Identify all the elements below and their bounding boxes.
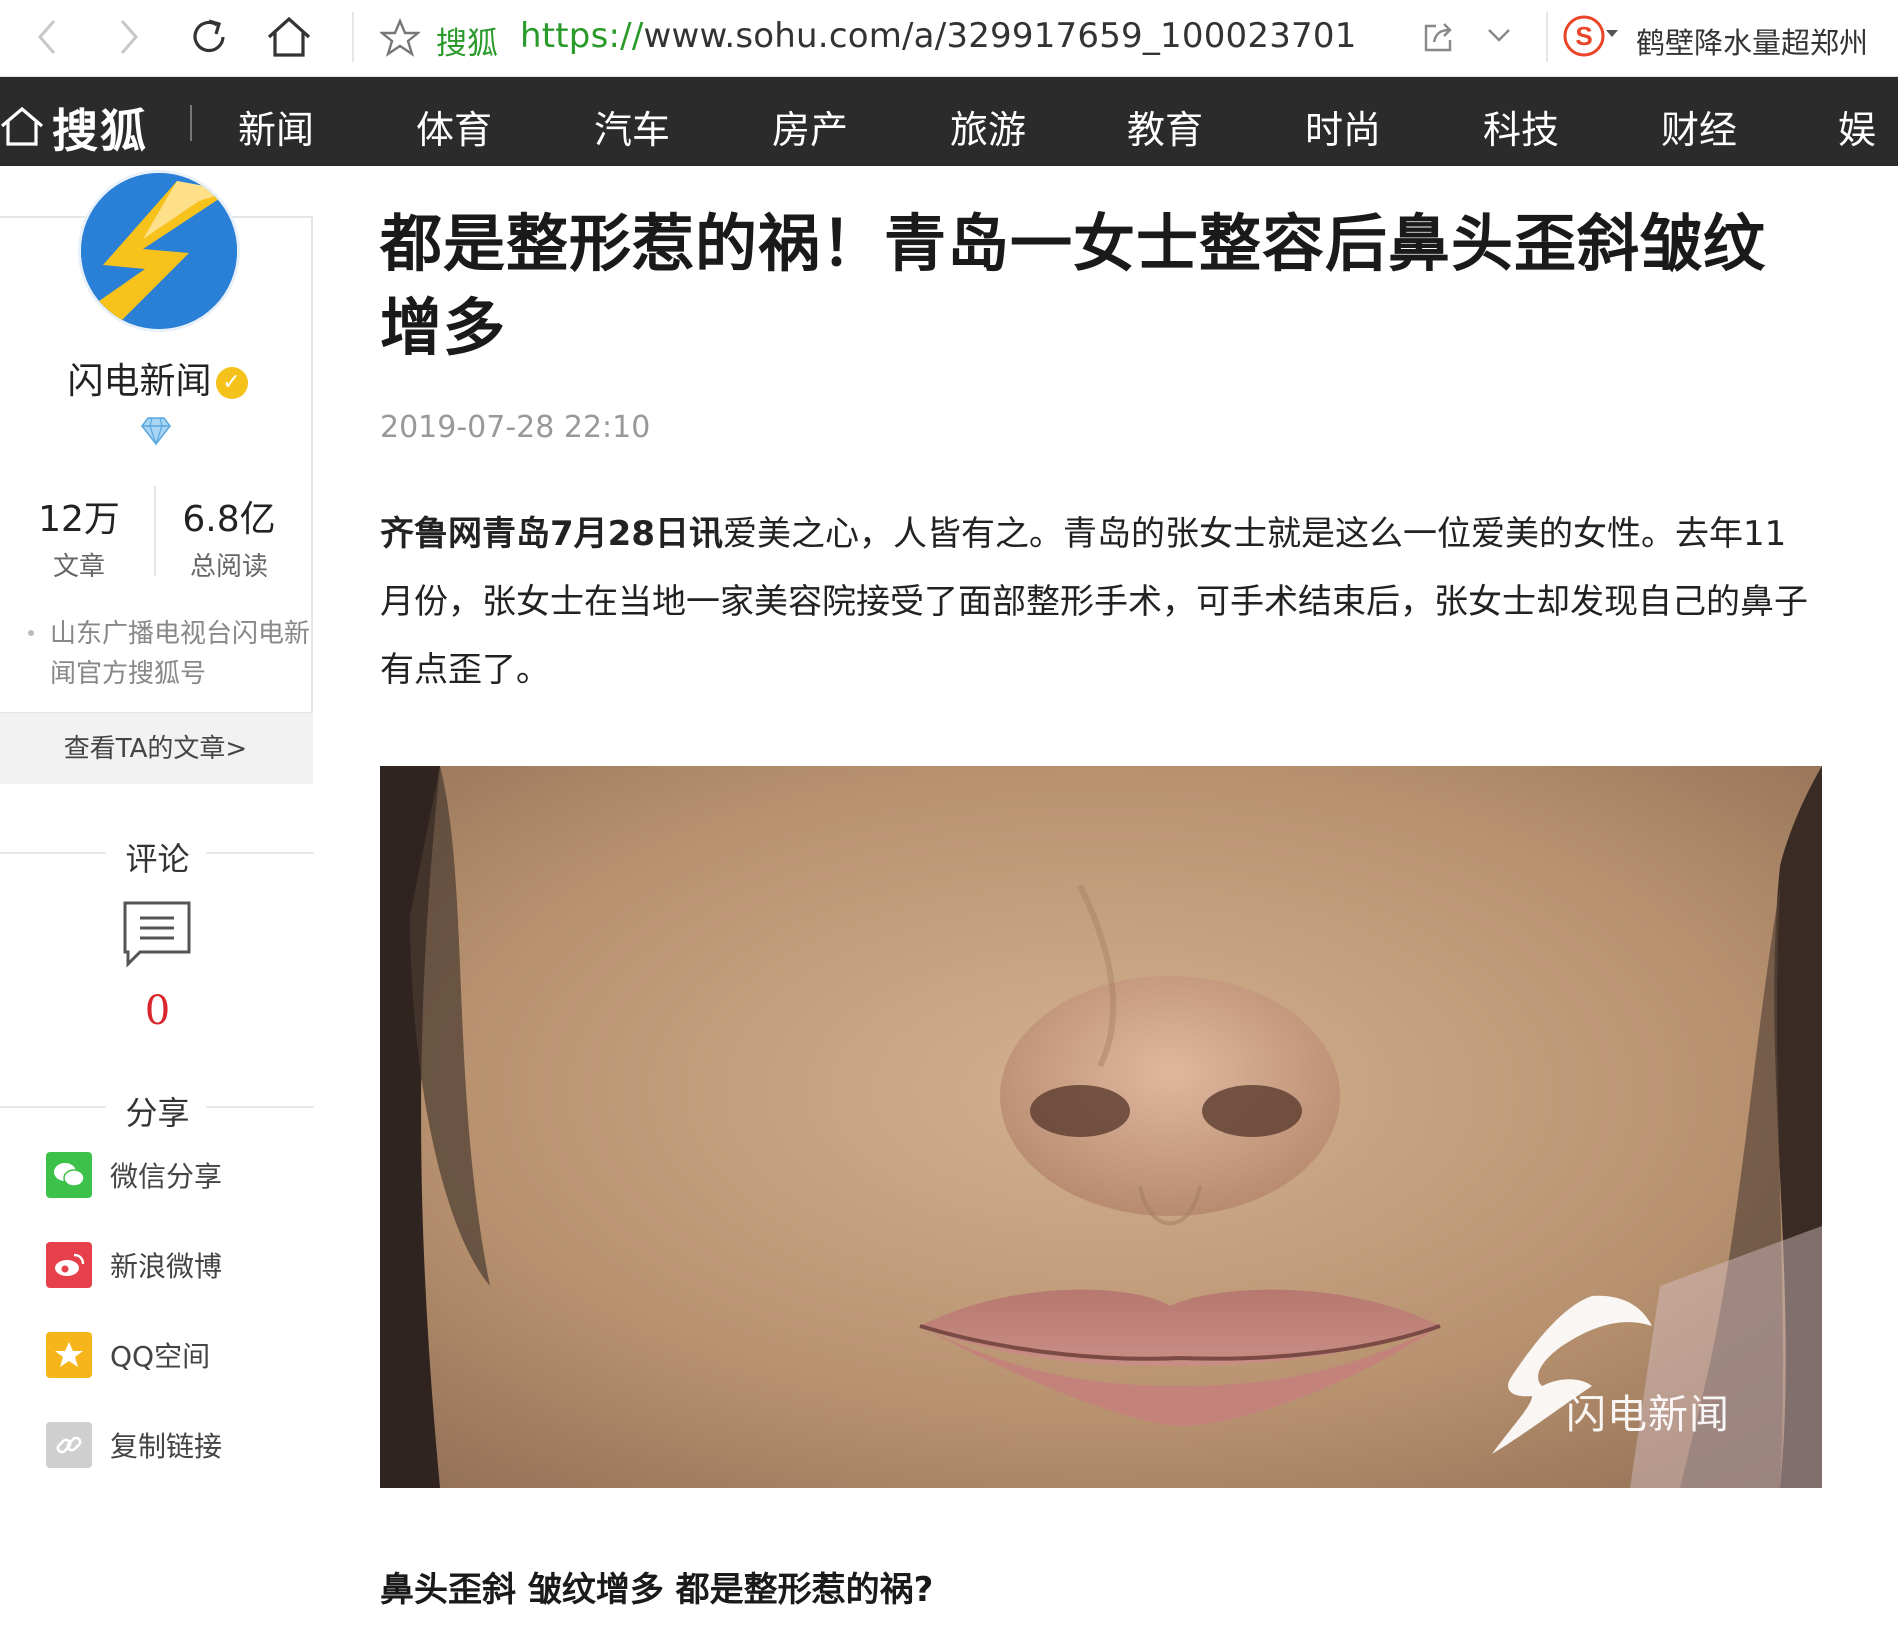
- share-page-icon[interactable]: [1422, 20, 1456, 58]
- search-box-text[interactable]: 鹤壁降水量超郑州: [1636, 20, 1868, 62]
- nav-item-entertainment[interactable]: 娱乐: [1838, 99, 1898, 209]
- nav-item-education[interactable]: 教育: [1127, 99, 1203, 154]
- search-engine-caret-icon[interactable]: [1606, 30, 1618, 37]
- share-qzone[interactable]: QQ空间: [46, 1332, 210, 1378]
- bookmark-star-icon[interactable]: [378, 17, 422, 62]
- article-title: 都是整形惹的祸！青岛一女士整容后鼻头歪斜皱纹增多: [380, 207, 1767, 364]
- share-copy-link-label: 复制链接: [110, 1430, 223, 1463]
- diamond-rank-icon: [140, 414, 172, 450]
- forward-button[interactable]: [104, 12, 154, 62]
- nav-item-news[interactable]: 新闻: [238, 99, 314, 154]
- nav-item-tech[interactable]: 科技: [1483, 99, 1559, 154]
- share-weibo-label: 新浪微博: [110, 1250, 223, 1283]
- url-protocol: https://: [520, 16, 644, 56]
- back-button[interactable]: [22, 12, 72, 62]
- publish-date: 2019-07-28 22:10: [380, 410, 651, 445]
- author-name-text: 闪电新闻: [67, 361, 212, 402]
- nav-item-finance[interactable]: 财经: [1661, 99, 1737, 154]
- nav-item-travel[interactable]: 旅游: [950, 99, 1026, 154]
- share-qzone-label: QQ空间: [110, 1340, 211, 1373]
- verified-check-icon: ✓: [215, 367, 248, 399]
- share-wechat-label: 微信分享: [110, 1160, 223, 1193]
- share-wechat[interactable]: 微信分享: [46, 1152, 222, 1198]
- site-nav-bar: 搜狐 新闻 体育 汽车 房产 旅游 教育 时尚 科技 财经 娱乐: [0, 77, 1898, 207]
- site-identity-label: 搜狐: [436, 26, 498, 62]
- stat-reads-value: 6.8亿: [182, 499, 276, 540]
- bullet-dot-icon: [28, 630, 34, 636]
- lead-source: 齐鲁网青岛7月28日讯: [380, 514, 723, 554]
- weibo-icon: [46, 1242, 92, 1288]
- author-avatar[interactable]: [78, 170, 240, 332]
- comment-count[interactable]: 0: [0, 988, 315, 1034]
- author-name[interactable]: 闪电新闻 ✓: [0, 352, 315, 404]
- comments-title: 评论: [125, 840, 190, 878]
- stat-articles: 12万 文章: [4, 490, 154, 583]
- forward-arrow-icon: [114, 17, 144, 57]
- sohu-logo[interactable]: 搜狐: [0, 95, 148, 161]
- nav-item-auto[interactable]: 汽车: [594, 99, 670, 154]
- stat-reads: 6.8亿 总阅读: [154, 490, 304, 583]
- link-icon: [46, 1422, 92, 1468]
- toolbar-divider: [352, 12, 354, 62]
- share-weibo[interactable]: 新浪微博: [46, 1242, 222, 1288]
- reload-icon: [187, 15, 231, 59]
- share-title: 分享: [125, 1094, 190, 1132]
- author-description: 山东广播电视台闪电新闻官方搜狐号: [50, 619, 311, 689]
- nav-separator: [190, 105, 192, 141]
- address-dropdown-icon[interactable]: [1486, 22, 1512, 52]
- nav-item-realestate[interactable]: 房产: [772, 99, 848, 154]
- article-subheading: 鼻头歪斜 皱纹增多 都是整形惹的祸?: [380, 1570, 934, 1610]
- url-path: www.sohu.com/a/329917659_100023701: [643, 16, 1357, 56]
- nav-item-fashion[interactable]: 时尚: [1305, 99, 1381, 154]
- nav-item-sports[interactable]: 体育: [416, 99, 492, 154]
- comment-bubble-icon[interactable]: [122, 900, 192, 972]
- search-engine-icon[interactable]: S: [1562, 14, 1606, 62]
- stat-reads-label: 总阅读: [189, 552, 268, 582]
- article-lead-paragraph: 齐鲁网青岛7月28日讯爱美之心，人皆有之。青岛的张女士就是这么一位爱美的女性。去…: [380, 500, 1820, 704]
- photo-watermark-text: 闪电新闻: [1566, 1392, 1730, 1438]
- svg-text:S: S: [1575, 21, 1592, 51]
- home-icon: [266, 15, 312, 59]
- stat-articles-value: 12万: [38, 499, 120, 540]
- stat-articles-label: 文章: [52, 552, 105, 582]
- home-outline-icon: [0, 104, 44, 152]
- qzone-icon: [46, 1332, 92, 1378]
- address-bar-url[interactable]: https://www.sohu.com/a/329917659_1000237…: [520, 16, 1357, 56]
- logo-text: 搜狐: [52, 104, 148, 158]
- home-button[interactable]: [264, 12, 314, 62]
- wechat-icon: [46, 1152, 92, 1198]
- share-copy-link[interactable]: 复制链接: [46, 1422, 222, 1468]
- view-author-articles-link[interactable]: 查看TA的文章>: [0, 712, 313, 784]
- back-arrow-icon: [32, 17, 62, 57]
- browser-toolbar: 搜狐 https://www.sohu.com/a/329917659_1000…: [0, 0, 1898, 77]
- reload-button[interactable]: [184, 12, 234, 62]
- toolbar-divider: [1546, 12, 1548, 62]
